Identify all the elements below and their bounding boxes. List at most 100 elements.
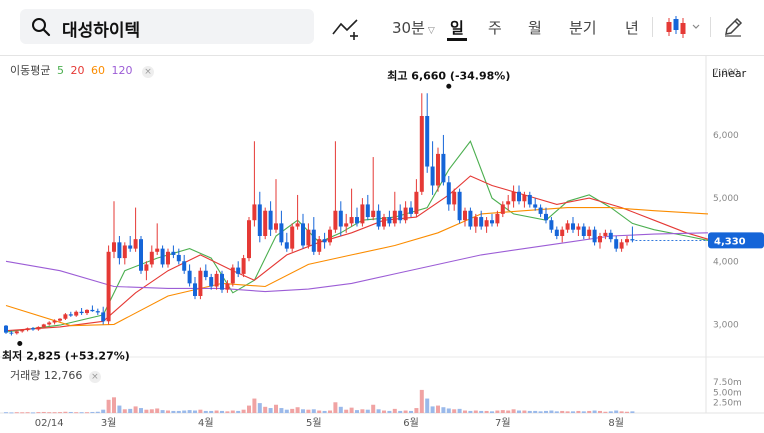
volume-bar (279, 408, 284, 413)
close-ma-legend-icon[interactable]: × (141, 66, 154, 78)
volume-bar (328, 410, 332, 413)
volume-tick-label: 2.50m (713, 399, 742, 409)
candle-body (446, 182, 451, 205)
volume-bar (31, 412, 35, 414)
candle-body (571, 223, 575, 230)
scale-mode-label[interactable]: Linear (712, 67, 746, 80)
volume-bar (457, 408, 462, 413)
volume-bar (338, 406, 343, 413)
price-tick-label: 3,000 (713, 320, 739, 330)
candle-body (301, 223, 305, 246)
volume-bar (538, 411, 543, 413)
time-axis-label: 4월 (198, 417, 214, 429)
time-axis-label: 7월 (495, 417, 511, 429)
candle-body (533, 204, 538, 208)
candle-body (198, 270, 203, 296)
volume-bar (446, 408, 451, 413)
volume-bar (419, 389, 424, 413)
volume-bar (79, 412, 84, 414)
candle-body (349, 217, 354, 224)
candle-body (241, 258, 246, 274)
ma-period-60: 60 (90, 64, 105, 77)
candle-body (117, 242, 122, 259)
volume-bar (479, 410, 484, 413)
volume-bar (495, 410, 500, 413)
candle-body (36, 326, 41, 330)
volume-bar (290, 408, 295, 413)
volume-bar (193, 410, 197, 413)
volume-bar (220, 410, 224, 413)
candle-body (419, 116, 424, 192)
candle-body (328, 229, 332, 243)
volume-bar (619, 411, 624, 413)
candle-body (176, 254, 181, 262)
volume-bar (155, 408, 160, 413)
candle-body (14, 331, 19, 334)
volume-bar (41, 411, 46, 413)
volume-bar (360, 409, 365, 413)
volume-bar (365, 409, 370, 413)
time-axis-label: 3월 (101, 417, 117, 429)
volume-bar (554, 411, 559, 413)
volume-bar (511, 409, 516, 413)
candle-body (95, 311, 100, 313)
candle-body (430, 166, 435, 186)
volume-bar (549, 410, 554, 413)
ma-period-20: 20 (70, 64, 85, 77)
candle-body (68, 314, 73, 316)
volume-bar (614, 410, 619, 413)
volume-bar (414, 408, 419, 413)
volume-bar (571, 411, 575, 413)
candle-body (230, 267, 235, 284)
candle-body (85, 309, 89, 314)
ma-period-5: 5 (56, 64, 64, 77)
candle-body (371, 210, 376, 218)
volume-bar (517, 410, 521, 413)
volume-bar (317, 410, 322, 413)
volume-bar (592, 410, 597, 413)
candle-body (187, 270, 192, 284)
volume-bar (144, 409, 149, 413)
candle-body (463, 210, 467, 221)
volume-bar (112, 397, 116, 413)
ma-legend-label: 이동평균 (10, 64, 51, 77)
candle-body (79, 311, 84, 314)
max-price-marker (446, 83, 452, 89)
candle-body (263, 210, 268, 236)
volume-bar (430, 406, 435, 413)
candle-body (598, 236, 602, 243)
volume-bar (500, 410, 505, 413)
volume-bar (182, 410, 187, 413)
candle-body (425, 116, 430, 167)
volume-bar (387, 410, 392, 413)
candle-body (506, 201, 511, 205)
volume-bar (9, 412, 14, 414)
candle-body (279, 223, 284, 243)
volume-bar (171, 410, 176, 413)
candle-body (193, 283, 197, 296)
volume-bar (128, 408, 133, 413)
volume-bar (311, 409, 316, 413)
volume-bar (587, 410, 592, 413)
candle-body (473, 217, 478, 227)
volume-bar (117, 405, 122, 413)
candle-body (214, 273, 219, 287)
volume-bar (441, 407, 446, 413)
candle-body (52, 320, 57, 323)
candle-body (155, 248, 160, 252)
candle-body (576, 226, 581, 230)
volume-legend: 거래량 12,766 × (10, 367, 101, 383)
candle-body (468, 210, 473, 227)
volume-bar (247, 405, 251, 413)
candle-body (306, 229, 311, 246)
candle-body (106, 251, 111, 322)
volume-bar (284, 409, 289, 413)
candle-body (128, 245, 133, 249)
candle-body (220, 273, 224, 290)
volume-bar (85, 412, 89, 414)
volume-bar (463, 410, 467, 413)
candle-body (511, 191, 516, 202)
volume-bar (349, 407, 354, 413)
candle-body (203, 270, 208, 278)
close-volume-legend-icon[interactable]: × (88, 371, 101, 383)
